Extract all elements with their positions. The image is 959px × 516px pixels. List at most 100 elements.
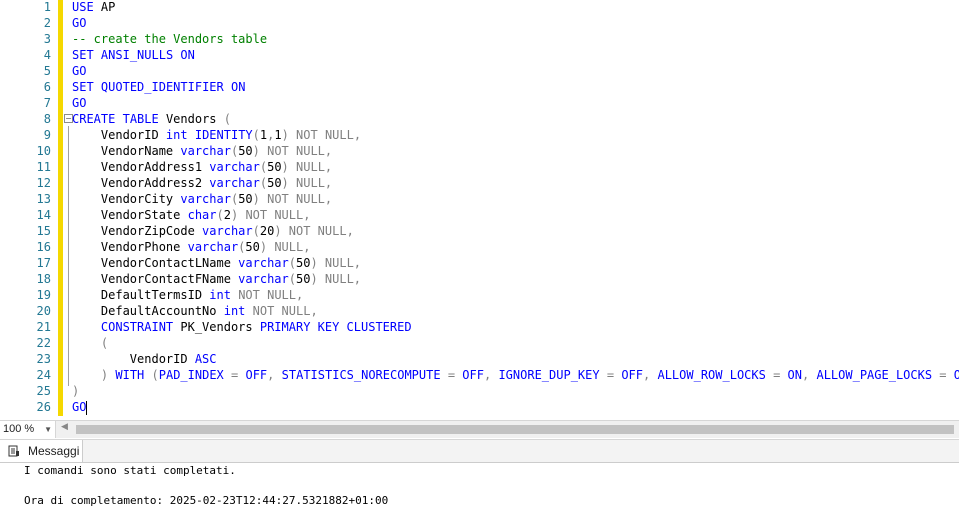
line-number: 16 bbox=[36, 240, 51, 254]
code-token: ASC bbox=[194, 352, 217, 366]
query-editor[interactable]: 1 USE AP 2 GO 3 -- create the Vendors table 4 S… bbox=[0, 0, 959, 420]
code-text[interactable]: SET ANSI_NULLS ON bbox=[72, 47, 195, 63]
code-token: VendorID bbox=[72, 128, 166, 142]
code-line: 24 ) WITH (PAD_INDEX = OFF, STATISTICS_N… bbox=[0, 367, 959, 383]
code-token: Vendors bbox=[158, 112, 224, 126]
code-token: varchar bbox=[238, 272, 289, 286]
code-token: PAD_INDEX bbox=[158, 368, 224, 382]
message-completion-time: Ora di completamento: 2025-02-23T12:44:2… bbox=[24, 494, 389, 507]
code-line: 22 ( bbox=[0, 335, 959, 351]
code-token: ) bbox=[72, 384, 80, 398]
fold-end-icon bbox=[64, 386, 71, 393]
code-text[interactable]: DefaultAccountNo int NOT NULL, bbox=[72, 303, 318, 319]
line-number: 18 bbox=[36, 272, 51, 286]
code-token: VendorAddress2 bbox=[72, 176, 210, 190]
code-text[interactable]: GO bbox=[72, 399, 88, 415]
text-cursor bbox=[86, 400, 88, 415]
code-token: varchar bbox=[209, 176, 260, 190]
code-text[interactable]: VendorName varchar(50) NOT NULL, bbox=[72, 143, 332, 159]
line-number: 3 bbox=[43, 32, 51, 46]
code-token: int bbox=[165, 128, 188, 142]
code-line: 19 DefaultTermsID int NOT NULL, bbox=[0, 287, 959, 303]
code-text[interactable]: VendorCity varchar(50) NOT NULL, bbox=[72, 191, 332, 207]
code-text[interactable]: VendorAddress2 varchar(50) NULL, bbox=[72, 175, 332, 191]
line-number: 5 bbox=[43, 64, 51, 78]
code-token: VendorCity bbox=[72, 192, 181, 206]
code-text[interactable]: GO bbox=[72, 15, 86, 31]
code-token: QUOTED_IDENTIFIER bbox=[100, 80, 224, 94]
scrollbar-thumb[interactable] bbox=[76, 425, 954, 434]
message-completed: I comandi sono stati completati. bbox=[24, 464, 236, 477]
code-token: SET bbox=[72, 80, 94, 94]
code-text[interactable]: VendorID int IDENTITY(1,1) NOT NULL, bbox=[72, 127, 361, 143]
tab-messages[interactable]: Messaggi bbox=[0, 440, 83, 462]
code-text[interactable]: VendorState char(2) NOT NULL, bbox=[72, 207, 311, 223]
code-token: VendorPhone bbox=[72, 240, 188, 254]
code-line: 5 GO bbox=[0, 63, 959, 79]
code-token: NOT NULL, bbox=[245, 208, 311, 222]
code-text[interactable]: CONSTRAINT PK_Vendors PRIMARY KEY CLUSTE… bbox=[72, 319, 412, 335]
line-number: 9 bbox=[43, 128, 51, 142]
messages-icon bbox=[8, 445, 19, 457]
zoom-dropdown[interactable]: 100 % ▼ bbox=[0, 421, 56, 438]
code-text[interactable]: SET QUOTED_IDENTIFIER ON bbox=[72, 79, 245, 95]
code-token: ) bbox=[281, 160, 289, 174]
code-token: varchar bbox=[209, 160, 260, 174]
code-text[interactable]: GO bbox=[72, 63, 86, 79]
line-number: 17 bbox=[36, 256, 51, 270]
code-token: = bbox=[606, 368, 615, 382]
line-number: 22 bbox=[36, 336, 51, 350]
code-text[interactable]: VendorID ASC bbox=[72, 351, 217, 367]
code-token: 50 bbox=[238, 144, 253, 158]
code-token: GO bbox=[72, 16, 87, 30]
line-number: 23 bbox=[36, 352, 51, 366]
code-line: 4 SET ANSI_NULLS ON bbox=[0, 47, 959, 63]
code-token: ) bbox=[310, 256, 318, 270]
code-text[interactable]: VendorPhone varchar(50) NULL, bbox=[72, 239, 311, 255]
code-token: ( bbox=[151, 368, 159, 382]
code-token: ( bbox=[100, 336, 109, 350]
code-token: NOT NULL, bbox=[288, 224, 354, 238]
code-token: USE bbox=[72, 0, 94, 14]
code-token: AP bbox=[93, 0, 116, 14]
code-text[interactable]: VendorZipCode varchar(20) NOT NULL, bbox=[72, 223, 354, 239]
code-text[interactable]: CREATE TABLE Vendors ( bbox=[72, 111, 231, 127]
code-line: 15 VendorZipCode varchar(20) NOT NULL, bbox=[0, 223, 959, 239]
code-token: NOT NULL, bbox=[296, 128, 362, 142]
code-text[interactable]: ( bbox=[72, 335, 108, 351]
code-token: DefaultTermsID bbox=[72, 288, 210, 302]
code-token: 50 bbox=[295, 272, 311, 286]
code-token: VendorContactFName bbox=[72, 272, 239, 286]
code-token: int bbox=[209, 288, 231, 302]
code-text[interactable]: USE AP bbox=[72, 0, 115, 15]
code-text[interactable]: VendorContactLName varchar(50) NULL, bbox=[72, 255, 361, 271]
code-token: 50 bbox=[267, 176, 282, 190]
code-text[interactable]: ) bbox=[72, 383, 79, 399]
code-text[interactable]: GO bbox=[72, 95, 86, 111]
code-line: 23 VendorID ASC bbox=[0, 351, 959, 367]
code-token: NULL, bbox=[274, 240, 311, 254]
code-token: = bbox=[447, 368, 456, 382]
code-token: ) bbox=[252, 144, 260, 158]
code-text[interactable]: -- create the Vendors table bbox=[72, 31, 267, 47]
code-line: 12 VendorAddress2 varchar(50) NULL, bbox=[0, 175, 959, 191]
code-token: WITH bbox=[115, 368, 145, 382]
code-token: STATISTICS_NORECOMPUTE bbox=[281, 368, 441, 382]
code-text[interactable]: DefaultTermsID int NOT NULL, bbox=[72, 287, 303, 303]
code-text[interactable]: ) WITH (PAD_INDEX = OFF, STATISTICS_NORE… bbox=[72, 367, 959, 383]
code-token: ) bbox=[274, 224, 282, 238]
code-token: NOT NULL, bbox=[238, 288, 304, 302]
code-token: VendorZipCode bbox=[72, 224, 203, 238]
horizontal-scrollbar[interactable]: ◀ bbox=[56, 421, 959, 438]
line-number: 19 bbox=[36, 288, 51, 302]
code-text[interactable]: VendorAddress1 varchar(50) NULL, bbox=[72, 159, 332, 175]
zoom-level: 100 % bbox=[3, 423, 35, 435]
code-text[interactable]: VendorContactFName varchar(50) NULL, bbox=[72, 271, 361, 287]
code-token: 50 bbox=[238, 192, 253, 206]
scroll-left-icon[interactable]: ◀ bbox=[61, 422, 68, 432]
